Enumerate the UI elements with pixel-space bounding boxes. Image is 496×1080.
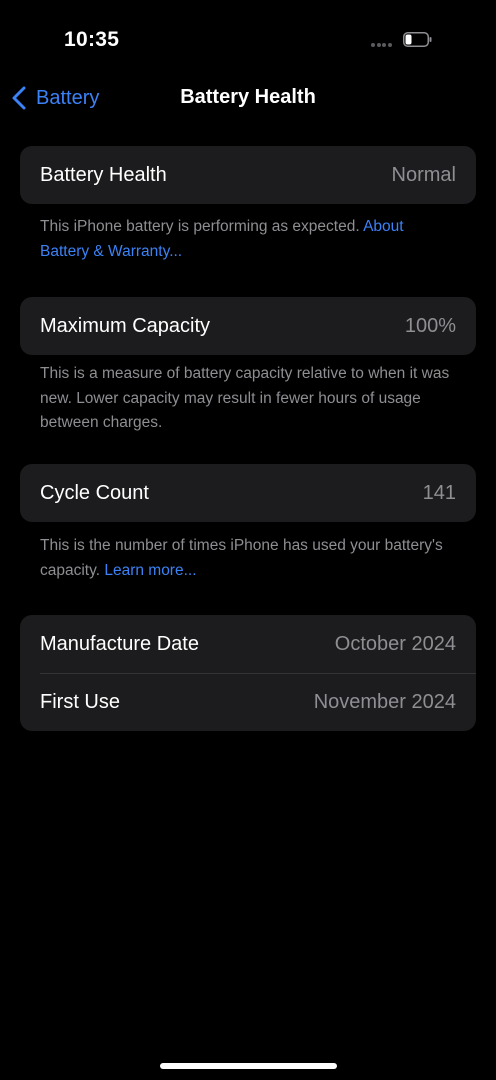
dates-group: Manufacture Date October 2024 First Use …: [20, 615, 476, 731]
page-title: Battery Health: [180, 86, 316, 108]
cycle-count-label: Cycle Count: [40, 481, 149, 504]
battery-health-row: Battery Health Normal: [20, 146, 476, 204]
manufacture-date-row: Manufacture Date October 2024: [20, 615, 476, 673]
maximum-capacity-group: Maximum Capacity 100%: [20, 297, 476, 355]
signal-dots-icon: [371, 43, 393, 47]
cycle-count-footer: This is the number of times iPhone has u…: [40, 534, 456, 583]
first-use-label: First Use: [40, 690, 120, 713]
navigation-bar: Battery Battery Health: [0, 78, 496, 118]
battery-health-value: Normal: [391, 163, 456, 186]
status-bar: 10:35: [0, 0, 496, 80]
battery-health-footer: This iPhone battery is performing as exp…: [40, 215, 456, 264]
home-indicator[interactable]: [160, 1063, 337, 1069]
cycle-count-row: Cycle Count 141: [20, 464, 476, 522]
maximum-capacity-footer: This is a measure of battery capacity re…: [40, 362, 456, 436]
cycle-count-group: Cycle Count 141: [20, 464, 476, 522]
manufacture-date-label: Manufacture Date: [40, 632, 199, 655]
first-use-value: November 2024: [313, 690, 456, 713]
cycle-count-value: 141: [422, 481, 456, 504]
cycle-count-footer-text: This is the number of times iPhone has u…: [40, 537, 443, 579]
maximum-capacity-value: 100%: [404, 314, 456, 337]
battery-health-group: Battery Health Normal: [20, 146, 476, 204]
battery-health-label: Battery Health: [40, 163, 167, 186]
maximum-capacity-footer-text: This is a measure of battery capacity re…: [40, 365, 450, 431]
maximum-capacity-row: Maximum Capacity 100%: [20, 297, 476, 355]
first-use-row: First Use November 2024: [20, 673, 476, 731]
manufacture-date-value: October 2024: [334, 632, 456, 655]
learn-more-link[interactable]: Learn more...: [104, 562, 196, 579]
battery-low-icon: [403, 32, 432, 47]
status-time: 10:35: [64, 28, 120, 51]
battery-health-footer-text: This iPhone battery is performing as exp…: [40, 218, 364, 235]
maximum-capacity-label: Maximum Capacity: [40, 314, 211, 337]
